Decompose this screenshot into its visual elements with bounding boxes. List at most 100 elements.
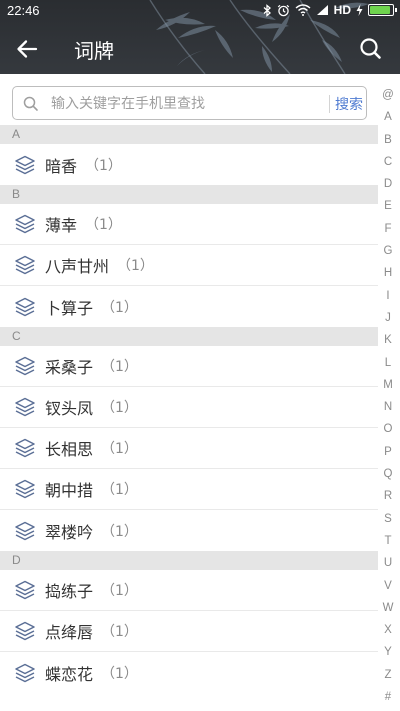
list-item[interactable]: 朝中措 （1） [0, 469, 378, 510]
alpha-index-letter[interactable]: U [376, 552, 400, 574]
battery-level-fill [370, 6, 390, 14]
item-name: 钗头凤 [45, 399, 94, 418]
search-bar: 搜索 [12, 86, 367, 120]
alpha-index-letter[interactable]: B [376, 129, 400, 151]
toolbar-search-button[interactable] [356, 34, 386, 64]
layers-icon [15, 155, 35, 174]
alpha-index-letter[interactable]: X [376, 619, 400, 641]
item-name: 暗香 [45, 156, 78, 176]
alpha-index-letter[interactable]: M [376, 374, 400, 396]
item-name: 翠楼吟 [45, 522, 94, 542]
alpha-index-letter[interactable]: I [376, 285, 400, 307]
alarm-icon [277, 4, 289, 16]
alpha-index-letter[interactable]: T [376, 530, 400, 552]
item-count: （1） [101, 359, 138, 375]
layers-icon [15, 214, 35, 234]
alpha-index-letter[interactable]: @ [376, 84, 400, 106]
section-header-a: A [0, 125, 378, 144]
alpha-index-letter[interactable]: G [376, 240, 400, 262]
header: 22:46 HD 词牌 [0, 0, 400, 74]
list-item[interactable]: 翠楼吟 （1） [0, 510, 378, 551]
list-item[interactable]: 钗头凤 （1） [0, 387, 378, 428]
item-count: （1） [101, 624, 138, 640]
layers-icon [15, 479, 35, 499]
back-button[interactable] [12, 34, 42, 64]
alpha-index-letter[interactable]: Y [376, 641, 400, 663]
list-item[interactable]: 采桑子 （1） [0, 346, 378, 387]
item-name: 采桑子 [45, 358, 94, 377]
layers-icon [15, 438, 35, 458]
list-item[interactable]: 点绛唇 （1） [0, 611, 378, 652]
list-item[interactable]: 八声甘州 （1） [0, 245, 378, 286]
section-header-c: C [0, 327, 378, 346]
status-bar: 22:46 HD [0, 0, 400, 22]
alpha-index-letter[interactable]: F [376, 218, 400, 240]
network-label: HD [333, 3, 351, 17]
alpha-index-letter[interactable]: A [376, 106, 400, 128]
wifi-icon [295, 4, 311, 16]
item-count: （1） [101, 523, 138, 540]
bluetooth-icon [263, 3, 271, 17]
battery-tip [395, 8, 397, 12]
layers-icon [15, 621, 35, 641]
app-root: 22:46 HD 词牌 输入关键字在手机里查找 搜索 A 暗香 （1） B 薄幸… [0, 0, 400, 711]
layers-icon [15, 521, 35, 540]
alpha-index-letter[interactable]: O [376, 418, 400, 440]
item-count: （1） [101, 400, 138, 416]
item-name: 朝中措 [45, 481, 94, 500]
alpha-index-letter[interactable]: P [376, 441, 400, 463]
status-time: 22:46 [7, 3, 40, 18]
layers-icon [15, 663, 35, 682]
back-arrow-icon [17, 40, 38, 58]
layers-icon [15, 297, 35, 316]
alpha-index-letter[interactable]: N [376, 396, 400, 418]
search-divider [329, 95, 330, 113]
item-name: 蝶恋花 [45, 664, 94, 684]
alpha-index-letter[interactable]: W [376, 597, 400, 619]
search-submit-button[interactable]: 搜索 [335, 94, 363, 114]
alpha-index-letter[interactable]: V [376, 575, 400, 597]
search-field-icon [23, 96, 38, 111]
list-item[interactable]: 捣练子 （1） [0, 570, 378, 611]
layers-icon [15, 255, 35, 275]
item-count: （1） [85, 157, 122, 174]
item-count: （1） [101, 441, 138, 457]
search-input[interactable] [51, 92, 316, 116]
item-name: 点绛唇 [45, 623, 94, 642]
item-count: （1） [101, 665, 138, 682]
alpha-index-letter[interactable]: R [376, 485, 400, 507]
section-header-b: B [0, 185, 378, 204]
item-name: 八声甘州 [45, 257, 110, 276]
item-name: 捣练子 [45, 582, 94, 601]
alpha-index-letter[interactable]: K [376, 329, 400, 351]
battery-icon [368, 4, 397, 16]
alphabet-index[interactable]: @ A B C D E F G H I J K L M N O P Q R S T U V W X Y Z # [376, 84, 400, 704]
charging-icon [356, 4, 363, 16]
status-icons: HD [263, 3, 397, 17]
search-icon [360, 38, 381, 59]
list-item[interactable]: 薄幸 （1） [0, 204, 378, 245]
alpha-index-letter[interactable]: H [376, 262, 400, 284]
layers-icon [15, 397, 35, 417]
list-item[interactable]: 卜算子 （1） [0, 286, 378, 327]
item-count: （1） [117, 258, 154, 274]
list-item[interactable]: 暗香 （1） [0, 144, 378, 185]
item-count: （1） [101, 299, 138, 316]
alpha-index-letter[interactable]: C [376, 151, 400, 173]
alpha-index-letter[interactable]: Q [376, 463, 400, 485]
item-count: （1） [101, 482, 138, 498]
section-header-d: D [0, 551, 378, 570]
alpha-index-letter[interactable]: J [376, 307, 400, 329]
alpha-index-letter[interactable]: L [376, 352, 400, 374]
list-item[interactable]: 蝶恋花 （1） [0, 652, 378, 693]
item-count: （1） [85, 217, 122, 233]
alpha-index-letter[interactable]: Z [376, 664, 400, 686]
alpha-index-letter[interactable]: # [376, 686, 400, 708]
alpha-index-letter[interactable]: D [376, 173, 400, 195]
cipai-list: A 暗香 （1） B 薄幸 （1） 八声甘州 （1） 卜算子 （1） C 采桑子… [0, 125, 378, 693]
item-name: 长相思 [45, 440, 94, 459]
item-name: 薄幸 [45, 216, 78, 235]
alpha-index-letter[interactable]: E [376, 195, 400, 217]
list-item[interactable]: 长相思 （1） [0, 428, 378, 469]
alpha-index-letter[interactable]: S [376, 508, 400, 530]
